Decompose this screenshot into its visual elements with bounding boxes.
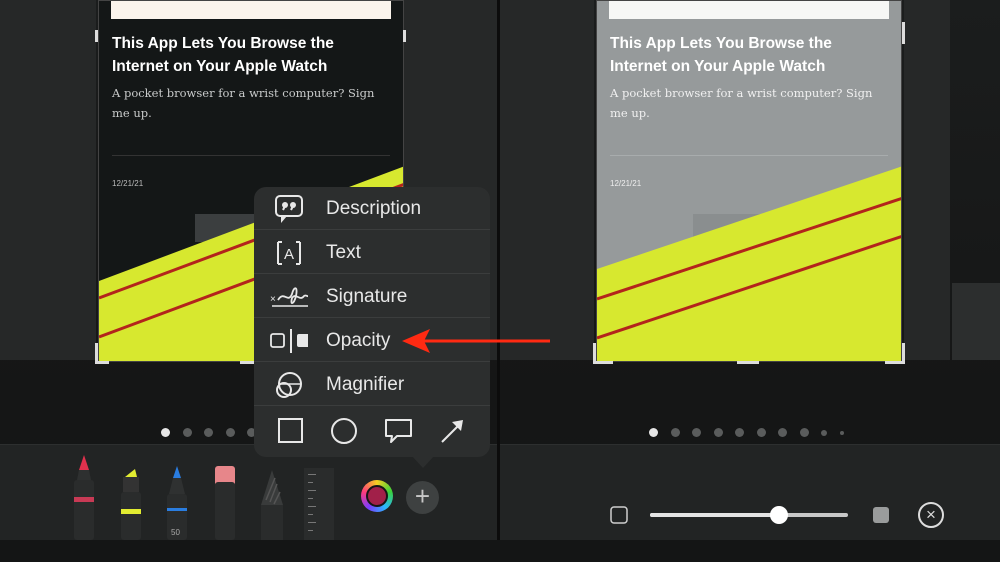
page-dot[interactable] — [756, 428, 766, 437]
crop-handle[interactable] — [902, 343, 905, 363]
quote-bubble-icon — [275, 195, 303, 223]
eraser-tool[interactable] — [210, 466, 240, 540]
highlighter-tool[interactable] — [117, 465, 145, 540]
crop-handle[interactable] — [403, 30, 406, 42]
page-dot[interactable] — [778, 428, 787, 437]
menu-item-magnifier[interactable]: Magnifier — [254, 363, 490, 406]
selected-color-swatch — [366, 485, 388, 507]
page-dot[interactable] — [839, 430, 844, 435]
page-dot[interactable] — [161, 428, 170, 437]
previous-page-edge — [500, 0, 594, 360]
annotation-arrow — [402, 329, 550, 353]
page-dot[interactable] — [713, 428, 723, 437]
close-opacity-button[interactable]: × — [918, 502, 944, 528]
crop-handle[interactable] — [737, 361, 759, 364]
svg-text:×: × — [270, 294, 276, 305]
crop-handle[interactable] — [593, 361, 613, 364]
crop-handle[interactable] — [95, 30, 98, 42]
shape-tools-row — [254, 405, 490, 457]
page-dot[interactable] — [649, 428, 658, 437]
menu-item-label: Description — [326, 198, 422, 219]
page-dot[interactable] — [799, 428, 809, 437]
annotation-menu: Description A Text × Signature Opacity M… — [254, 187, 490, 468]
high-opacity-icon — [873, 507, 889, 523]
ruler-tool[interactable] — [304, 468, 334, 540]
page-dot[interactable] — [204, 428, 213, 437]
circle-shape-icon[interactable] — [329, 417, 359, 445]
next-page-edge — [904, 0, 950, 360]
opacity-slider-fill — [650, 513, 779, 517]
magnifier-icon — [276, 372, 302, 398]
pen-tool[interactable] — [70, 455, 98, 540]
bottom-bar — [0, 540, 1000, 562]
document-page-right[interactable]: This App Lets You Browse the Internet on… — [596, 0, 902, 362]
low-opacity-icon — [610, 506, 628, 524]
page-dot[interactable] — [692, 428, 701, 437]
add-annotation-button[interactable]: + — [406, 481, 439, 514]
menu-item-label: Signature — [326, 286, 408, 307]
text-box-icon: A — [277, 241, 301, 265]
menu-item-signature[interactable]: × Signature — [254, 275, 490, 318]
page-dot[interactable] — [182, 428, 192, 437]
opacity-slider[interactable] — [650, 513, 848, 517]
page-indicator-left[interactable] — [161, 428, 269, 437]
next-page-edge-lower — [952, 283, 1000, 360]
page-dot[interactable] — [670, 428, 680, 437]
crop-handle[interactable] — [593, 343, 596, 363]
right-canvas-panel: This App Lets You Browse the Internet on… — [500, 0, 1000, 562]
page-dot[interactable] — [225, 428, 235, 437]
opacity-icon — [270, 329, 308, 353]
crop-handle[interactable] — [95, 343, 98, 363]
menu-item-description[interactable]: Description — [254, 187, 490, 230]
yellow-highlight-shape — [597, 166, 901, 361]
pen-width-label: 50 — [171, 528, 180, 537]
page-indicator-right[interactable] — [649, 428, 856, 437]
speech-bubble-shape-icon[interactable] — [383, 417, 413, 445]
color-picker-button[interactable] — [361, 480, 393, 512]
signature-icon: × — [270, 287, 308, 307]
page-dot[interactable] — [821, 429, 827, 436]
page-dot[interactable] — [735, 428, 744, 437]
pencil-tool[interactable] — [257, 470, 287, 540]
menu-item-label: Text — [326, 242, 361, 263]
svg-text:A: A — [284, 246, 294, 263]
arrow-shape-icon[interactable] — [438, 417, 468, 445]
crop-handle[interactable] — [240, 361, 254, 364]
menu-item-text[interactable]: A Text — [254, 231, 490, 274]
opacity-slider-thumb[interactable] — [769, 506, 788, 524]
menu-item-label: Opacity — [326, 330, 391, 351]
menu-item-label: Magnifier — [326, 374, 405, 395]
crop-handle[interactable] — [902, 22, 905, 44]
previous-page-edge — [0, 0, 96, 360]
crop-handle[interactable] — [95, 361, 109, 364]
square-shape-icon[interactable] — [276, 417, 306, 445]
